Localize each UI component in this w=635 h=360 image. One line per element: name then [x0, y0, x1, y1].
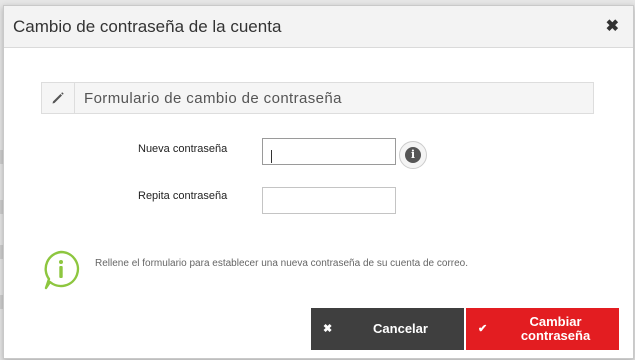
check-icon: ✔ [478, 323, 488, 335]
help-text: Rellene el formulario para establecer un… [95, 258, 469, 269]
new-password-label: Nueva contraseña [138, 143, 228, 155]
change-password-button-label: Cambiar contraseña [520, 314, 591, 343]
pencil-icon [42, 83, 75, 113]
change-password-button[interactable]: ✔ Cambiar contraseña [466, 308, 619, 350]
close-icon[interactable]: ✖ [606, 16, 619, 36]
cancel-button-label: Cancelar [373, 321, 428, 336]
form-banner: Formulario de cambio de contraseña [41, 82, 594, 114]
form-title: Formulario de cambio de contraseña [84, 90, 342, 107]
repeat-password-label: Repita contraseña [138, 190, 228, 202]
dialog-title: Cambio de contraseña de la cuenta [13, 17, 282, 36]
cancel-button[interactable]: ✖ Cancelar [311, 308, 464, 350]
info-bubble-icon [40, 249, 82, 296]
close-icon: ✖ [323, 323, 333, 335]
info-icon: i [405, 147, 421, 163]
new-password-input[interactable] [262, 138, 396, 165]
dialog-header: Cambio de contraseña de la cuenta ✖ [4, 6, 633, 48]
password-change-dialog: Cambio de contraseña de la cuenta ✖ Form… [3, 5, 634, 359]
password-info-button[interactable]: i [399, 141, 427, 169]
text-caret [271, 150, 272, 163]
repeat-password-input[interactable] [262, 187, 396, 214]
